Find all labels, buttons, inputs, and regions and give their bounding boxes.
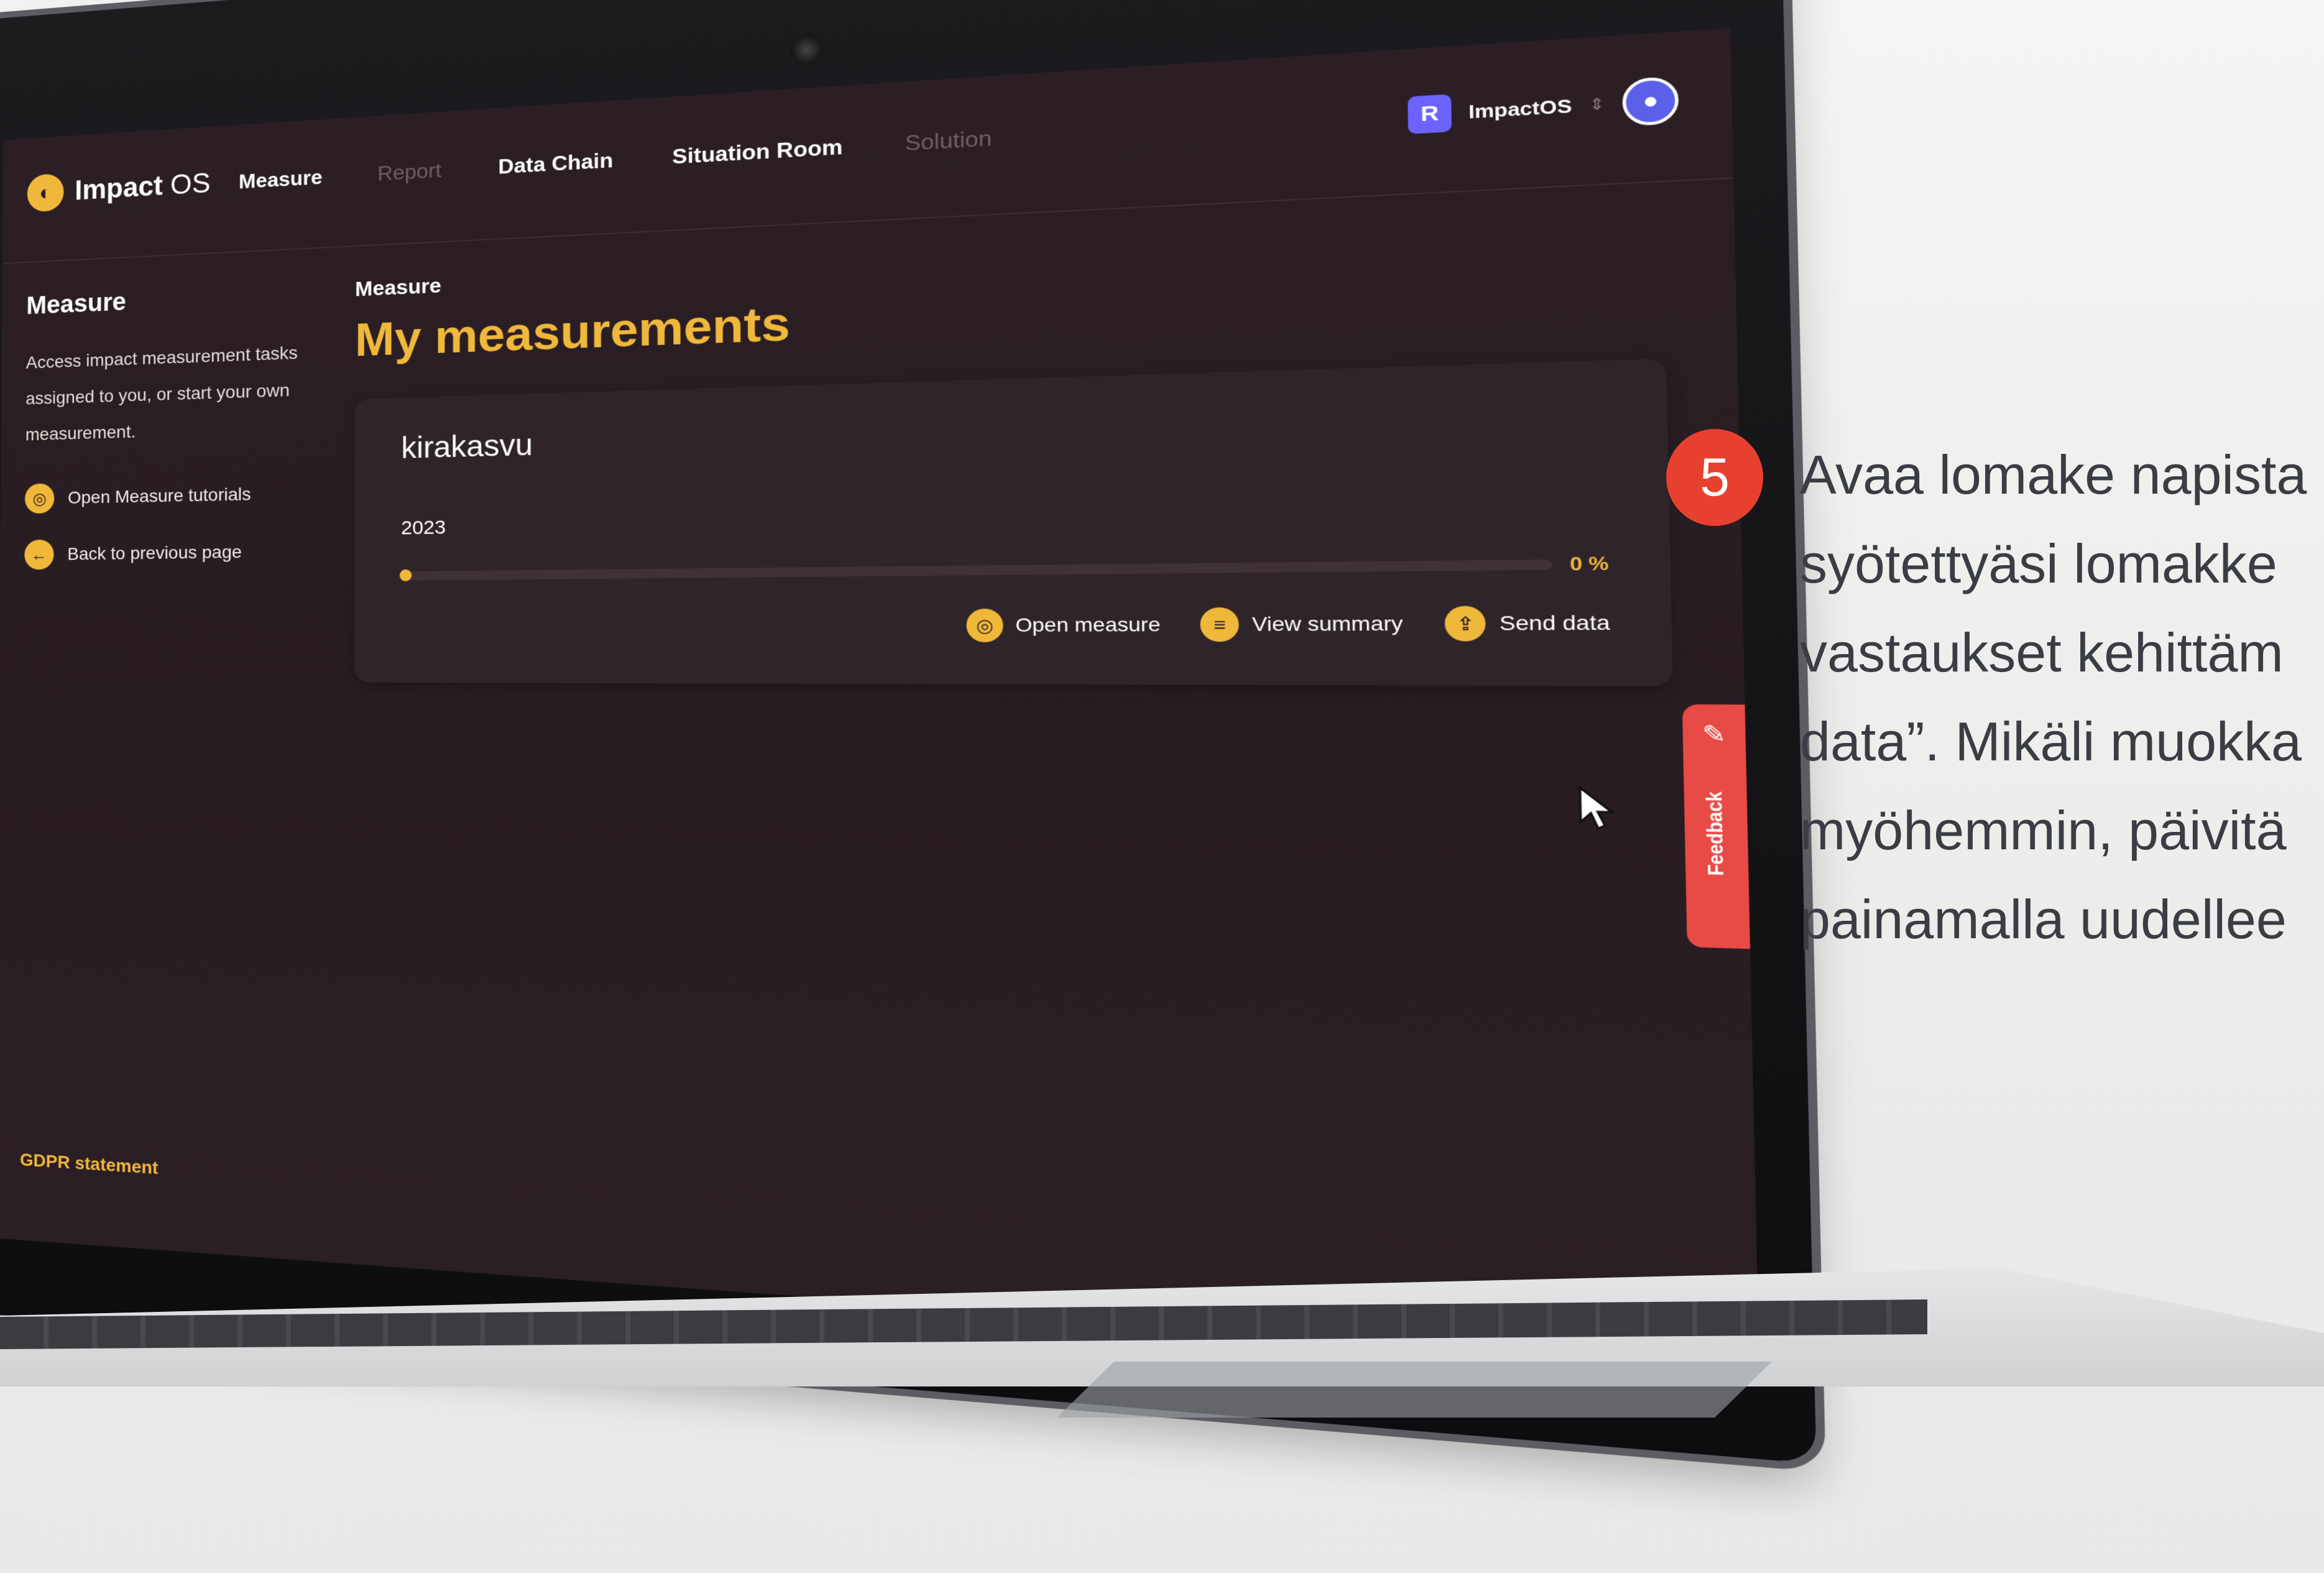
sidebar-title: Measure <box>26 279 316 320</box>
chevron-updown-icon[interactable]: ⇕ <box>1589 95 1605 114</box>
main-content: Measure My measurements kirakasvu 2023 0… <box>354 218 1673 686</box>
side-link-label: Open Measure tutorials <box>68 484 251 508</box>
impact-os-logo[interactable]: ◐ Impact OS <box>27 164 211 212</box>
laptop-trackpad <box>1057 1362 1772 1418</box>
webcam <box>790 33 823 66</box>
logo-text: Impact OS <box>75 168 211 207</box>
measurement-card: kirakasvu 2023 0 % ◎ Open measure ≡ View… <box>354 358 1673 686</box>
nav-solution: Solution <box>905 126 992 156</box>
organization-name: ImpactOS <box>1469 95 1572 123</box>
instruction-line: data”. Mikäli muokka <box>1800 697 2324 786</box>
action-label: Open measure <box>1015 614 1161 637</box>
view-summary-button[interactable]: ≡ View summary <box>1200 606 1403 642</box>
instruction-line: painamalla uudellee <box>1800 875 2324 964</box>
measurement-name: kirakasvu <box>401 397 1607 465</box>
action-label: View summary <box>1252 612 1403 636</box>
measurement-year: 2023 <box>401 497 1608 539</box>
main-nav: Measure Report Data Chain Situation Room… <box>239 126 992 193</box>
nav-data-chain[interactable]: Data Chain <box>498 148 613 179</box>
instruction-line: myöhemmin, päivitä <box>1800 786 2324 875</box>
instruction-line: Avaa lomake napista <box>1800 430 2324 519</box>
progress-percent: 0 % <box>1570 552 1609 576</box>
open-measure-tutorials-link[interactable]: ◎ Open Measure tutorials <box>25 477 315 514</box>
feedback-tab[interactable]: ✎ Feedback <box>1682 704 1750 949</box>
progress-row: 0 % <box>401 552 1609 586</box>
logo-icon: ◐ <box>27 173 64 213</box>
back-to-previous-page-link[interactable]: ← Back to previous page <box>24 535 315 570</box>
nav-situation-room[interactable]: Situation Room <box>672 134 842 169</box>
sidebar-description: Access impact measurement tasks assigned… <box>25 334 316 453</box>
user-avatar-icon[interactable]: ● <box>1622 76 1679 126</box>
send-data-button[interactable]: ⇪ Send data <box>1445 605 1610 641</box>
side-link-label: Back to previous page <box>67 542 242 564</box>
tutorial-icon: ◎ <box>25 483 55 514</box>
feedback-label: Feedback <box>1703 791 1730 876</box>
open-measure-button[interactable]: ◎ Open measure <box>966 607 1161 642</box>
pencil-icon: ✎ <box>1682 719 1746 749</box>
open-icon: ◎ <box>966 609 1003 642</box>
summary-icon: ≡ <box>1200 607 1239 642</box>
app-screen: ◐ Impact OS Measure Report Data Chain Si… <box>0 28 1759 1365</box>
instruction-line: syötettyäsi lomakke <box>1800 519 2324 608</box>
instruction-line: vastaukset kehittäm <box>1800 608 2324 697</box>
sidebar: Measure Access impact measurement tasks … <box>24 279 316 596</box>
instruction-text: Avaa lomake napista syötettyäsi lomakke … <box>1800 430 2324 964</box>
organization-icon: R <box>1408 94 1452 134</box>
nav-report: Report <box>377 159 441 186</box>
nav-measure[interactable]: Measure <box>239 165 323 194</box>
arrow-left-icon: ← <box>24 540 54 570</box>
laptop-lid: ◐ Impact OS Measure Report Data Chain Si… <box>0 0 1817 1464</box>
progress-indicator <box>400 569 412 581</box>
step-number-badge: 5 <box>1666 429 1763 526</box>
progress-bar <box>401 559 1552 580</box>
gdpr-statement-link[interactable]: GDPR statement <box>20 1150 159 1179</box>
card-actions: ◎ Open measure ≡ View summary ⇪ Send dat… <box>401 605 1610 643</box>
send-icon: ⇪ <box>1445 606 1487 641</box>
account-switcher[interactable]: R ImpactOS ⇕ ● <box>1408 76 1679 138</box>
action-label: Send data <box>1500 611 1610 635</box>
